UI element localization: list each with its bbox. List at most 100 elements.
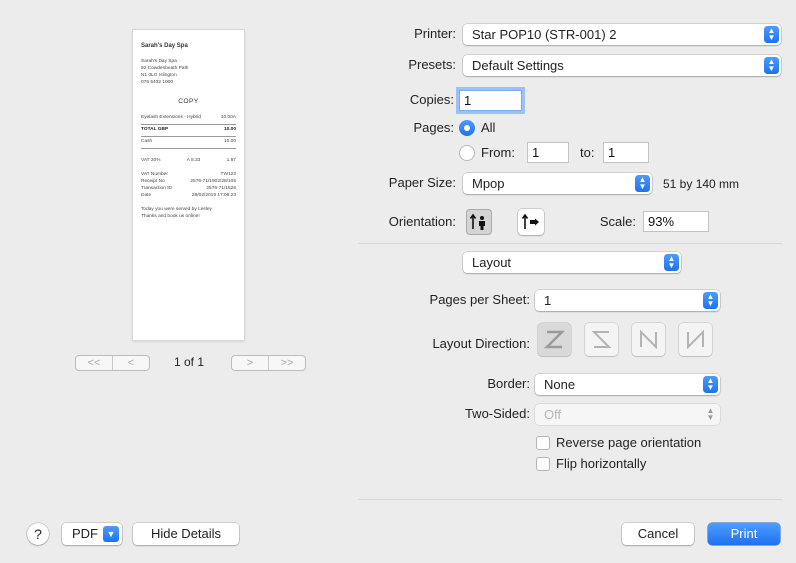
pages-to-field[interactable]: 1 [603,142,649,163]
layout-n-icon [640,329,657,350]
receipt-meta-label: Receipt No [141,178,165,184]
pages-per-sheet-value: 1 [544,293,552,308]
section-value: Layout [472,255,512,270]
receipt-meta-value: 28/02/2019 17:06:23 [191,192,236,198]
previous-page-button[interactable]: < [112,356,149,370]
pages-per-sheet-label: Pages per Sheet: [429,292,530,307]
pages-per-sheet-select[interactable]: 1 ▲ ▼ [535,290,720,311]
pager-forward-group: > >> [231,355,306,371]
chevron-updown-icon: ▲ ▼ [703,292,718,309]
receipt-total-row: TOTAL GBP 10.00 [141,127,236,134]
layout-reverse-n-button[interactable] [679,323,712,356]
flip-horizontally-checkbox[interactable] [536,457,550,471]
receipt-vat-value: 1.67 [226,157,236,163]
receipt-divider [141,147,236,149]
print-button[interactable]: Print [708,523,780,545]
receipt-vat-base: A 8.33 [186,157,201,163]
chevron-updown-icon: ▲ ▼ [664,254,679,271]
section-select[interactable]: Layout ▲ ▼ [463,252,681,273]
pages-all-radio[interactable] [459,120,475,136]
chevron-updown-icon: ▲ ▼ [706,406,715,422]
receipt-meta-value: 2576-71/1526 [206,185,236,191]
border-select[interactable]: None ▲ ▼ [535,374,720,395]
paper-size-label: Paper Size: [388,175,456,190]
printer-value: Star POP10 (STR-001) 2 [472,27,617,42]
receipt-cash-row: Cash 10.00 [141,139,236,146]
landscape-icon [521,213,539,229]
layout-reverse-z-button[interactable] [585,323,618,356]
orientation-label: Orientation: [388,214,456,229]
two-sided-select[interactable]: Off ▲ ▼ [535,404,720,425]
chevron-updown-icon: ▲ ▼ [703,376,718,393]
receipt-footer-line: Thanks and book us online! [141,213,200,219]
printer-select[interactable]: Star POP10 (STR-001) 2 ▲ ▼ [463,24,781,45]
chevron-updown-icon: ▲ ▼ [764,26,779,43]
copies-field[interactable]: 1 [459,90,522,111]
receipt-meta-label: VAT Number [141,171,168,177]
receipt-meta-row: Date 28/02/2019 17:06:23 [141,193,236,200]
reverse-orientation-label: Reverse page orientation [556,435,702,450]
receipt-address-line: 076 5432 1000 [141,79,174,85]
presets-label: Presets: [408,57,456,72]
pdf-label: PDF [72,526,98,541]
layout-direction-label: Layout Direction: [432,336,530,351]
pages-label: Pages: [413,120,454,135]
paper-size-value: Mpop [472,176,505,191]
layout-reverse-n-icon [687,329,704,350]
scale-field[interactable]: 93% [643,211,709,232]
help-button[interactable]: ? [27,523,49,545]
pages-to-label: to: [580,145,595,160]
receipt-address-line: N1 0LG Islington [141,72,177,78]
receipt-item-name: Eyelash Extensions - Hybrid [141,114,201,120]
receipt-item-row: Eyelash Extensions - Hybrid 10.00A [141,115,236,122]
receipt-cash-value: 10.00 [223,138,236,144]
receipt-total-value: 10.00 [223,126,236,132]
presets-select[interactable]: Default Settings ▲ ▼ [463,55,781,76]
portrait-icon [469,213,485,230]
chevron-down-icon: ▼ [103,526,119,542]
divider [358,243,782,244]
receipt-vat-label: VAT 20% [141,157,161,163]
printer-label: Printer: [414,26,456,41]
border-label: Border: [487,376,530,391]
receipt-footer-line: Today you were served by Lesley [141,206,212,212]
border-value: None [544,377,576,392]
receipt-address-line: Sarah's Day Spa [141,58,177,64]
layout-reverse-z-icon [591,331,612,348]
receipt-shop-name: Sarah's Day Spa [141,43,188,49]
chevron-updown-icon: ▲ ▼ [635,175,650,192]
receipt-cash-label: Cash [141,138,153,144]
portrait-button[interactable] [466,209,492,235]
reverse-orientation-checkbox[interactable] [536,436,550,450]
paper-size-select[interactable]: Mpop ▲ ▼ [463,173,652,194]
receipt-divider [141,135,236,137]
first-page-button[interactable]: << [76,356,112,370]
receipt-meta-label: Date [141,192,152,198]
cancel-button[interactable]: Cancel [622,523,694,545]
flip-horizontally-label: Flip horizontally [556,456,647,471]
pager-back-group: << < [75,355,150,371]
hide-details-button[interactable]: Hide Details [133,523,239,545]
pages-from-label: From: [481,145,515,160]
receipt-meta-row: Transaction ID 2576-71/1526 [141,186,236,193]
receipt-vat-row: VAT 20% A 8.33 1.67 [141,158,236,165]
pages-from-radio[interactable] [459,145,475,161]
receipt-meta-row: VAT Number TW123 [141,172,236,179]
chevron-updown-icon: ▲ ▼ [764,57,779,74]
layout-n-button[interactable] [632,323,665,356]
receipt-address-line: 92 Cowdenbeath Path [141,65,189,71]
next-page-button[interactable]: > [232,356,268,370]
receipt-meta-value: 2576-71/1902/28/105 [190,178,236,184]
landscape-button[interactable] [518,209,544,235]
receipt-preview: Sarah's Day Spa Sarah's Day Spa 92 Cowde… [133,30,244,340]
receipt-meta-value: TW123 [220,171,236,177]
receipt-total-label: TOTAL GBP [141,126,169,132]
pdf-button[interactable]: PDF ▼ [62,523,122,545]
pages-from-field[interactable]: 1 [527,142,569,163]
last-page-button[interactable]: >> [268,356,305,370]
presets-value: Default Settings [472,58,564,73]
two-sided-label: Two-Sided: [464,406,530,421]
scale-label: Scale: [599,214,636,229]
receipt-divider [141,123,236,125]
layout-z-button[interactable] [538,323,571,356]
